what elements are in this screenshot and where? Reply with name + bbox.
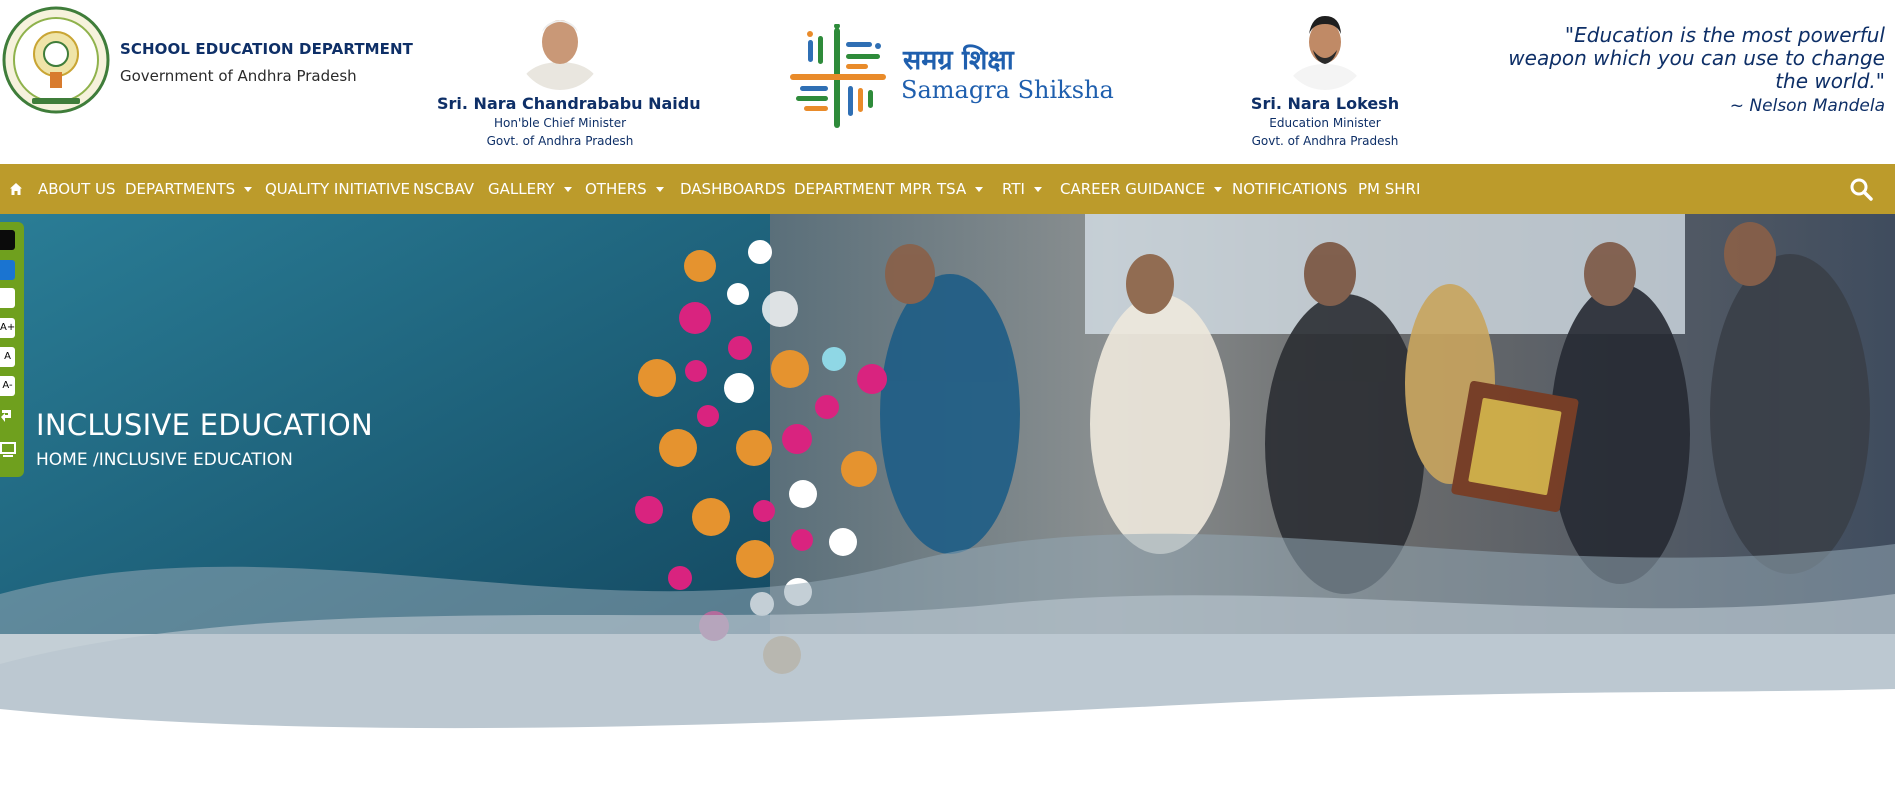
page-title: INCLUSIVE EDUCATION bbox=[36, 408, 373, 442]
nav-pm-shri[interactable]: PM SHRI bbox=[1358, 164, 1420, 214]
hero-background bbox=[0, 214, 1895, 791]
nav-others[interactable]: OTHERS bbox=[585, 164, 664, 214]
samagra-shiksha-hindi: समग्र शिक्षा bbox=[903, 45, 1014, 76]
nav-tsa[interactable]: TSA bbox=[937, 164, 984, 214]
nav-department-mpr[interactable]: DEPARTMENT MPR bbox=[794, 164, 932, 214]
nav-rti[interactable]: RTI bbox=[1002, 164, 1042, 214]
increase-font-button[interactable]: A+ bbox=[0, 318, 15, 338]
education-minister-card: Sri. Nara Lokesh Education Minister Govt… bbox=[1202, 4, 1448, 148]
nav-quality-initiative[interactable]: QUALITY INITIATIVE bbox=[265, 164, 410, 214]
nav-career-guidance[interactable]: CAREER GUIDANCE bbox=[1060, 164, 1223, 214]
quote-text: "Education is the most powerful weapon w… bbox=[1508, 23, 1885, 93]
education-minister-role: Education Minister bbox=[1269, 116, 1381, 130]
normal-font-button[interactable]: A bbox=[0, 347, 15, 367]
education-minister-name: Sri. Nara Lokesh bbox=[1250, 94, 1400, 113]
nav-gallery[interactable]: GALLERY bbox=[488, 164, 572, 214]
reset-icon[interactable] bbox=[0, 408, 14, 426]
monitor-icon[interactable] bbox=[0, 442, 16, 458]
state-emblem-icon[interactable] bbox=[2, 2, 110, 122]
department-title: SCHOOL EDUCATION DEPARTMENT bbox=[120, 40, 414, 58]
samagra-shiksha-english: Samagra Shiksha bbox=[901, 76, 1114, 104]
main-nav: ABOUT US DEPARTMENTS QUALITY INITIATIVE … bbox=[0, 164, 1895, 214]
contrast-blue-button[interactable] bbox=[0, 260, 15, 280]
education-minister-gov: Govt. of Andhra Pradesh bbox=[1251, 134, 1399, 148]
education-minister-avatar bbox=[1282, 4, 1368, 90]
nav-dashboards[interactable]: DASHBOARDS bbox=[680, 164, 786, 214]
home-icon[interactable] bbox=[9, 182, 23, 196]
chevron-down-icon bbox=[1214, 187, 1223, 192]
site-header: SCHOOL EDUCATION DEPARTMENT Government o… bbox=[0, 0, 1895, 164]
chief-minister-card: Sri. Nara Chandrababu Naidu Hon'ble Chie… bbox=[437, 4, 701, 148]
breadcrumb[interactable]: HOME /INCLUSIVE EDUCATION bbox=[36, 450, 293, 470]
contrast-white-button[interactable] bbox=[0, 288, 15, 308]
nav-nscbav[interactable]: NSCBAV bbox=[413, 164, 474, 214]
nav-departments[interactable]: DEPARTMENTS bbox=[125, 164, 253, 214]
quote-author: ~ Nelson Mandela bbox=[1729, 96, 1885, 116]
contrast-black-button[interactable] bbox=[0, 230, 15, 250]
quote-block: "Education is the most powerful weapon w… bbox=[1505, 24, 1885, 118]
chevron-down-icon bbox=[655, 187, 664, 192]
chief-minister-gov: Govt. of Andhra Pradesh bbox=[486, 134, 634, 148]
hero-banner: INCLUSIVE EDUCATION HOME /INCLUSIVE EDUC… bbox=[0, 214, 1895, 791]
nav-about-us[interactable]: ABOUT US bbox=[38, 164, 116, 214]
decrease-font-button[interactable]: A- bbox=[0, 376, 15, 396]
chevron-down-icon bbox=[563, 187, 572, 192]
search-icon[interactable] bbox=[1849, 177, 1873, 201]
nav-notifications[interactable]: NOTIFICATIONS bbox=[1232, 164, 1347, 214]
chief-minister-role: Hon'ble Chief Minister bbox=[493, 116, 627, 130]
chief-minister-name: Sri. Nara Chandrababu Naidu bbox=[437, 94, 701, 113]
chevron-down-icon bbox=[244, 187, 253, 192]
accessibility-toolbar: A+ A A- bbox=[0, 222, 24, 477]
chief-minister-avatar bbox=[517, 4, 603, 90]
chevron-down-icon bbox=[975, 187, 984, 192]
department-subtitle: Government of Andhra Pradesh bbox=[120, 67, 357, 85]
chevron-down-icon bbox=[1033, 187, 1042, 192]
